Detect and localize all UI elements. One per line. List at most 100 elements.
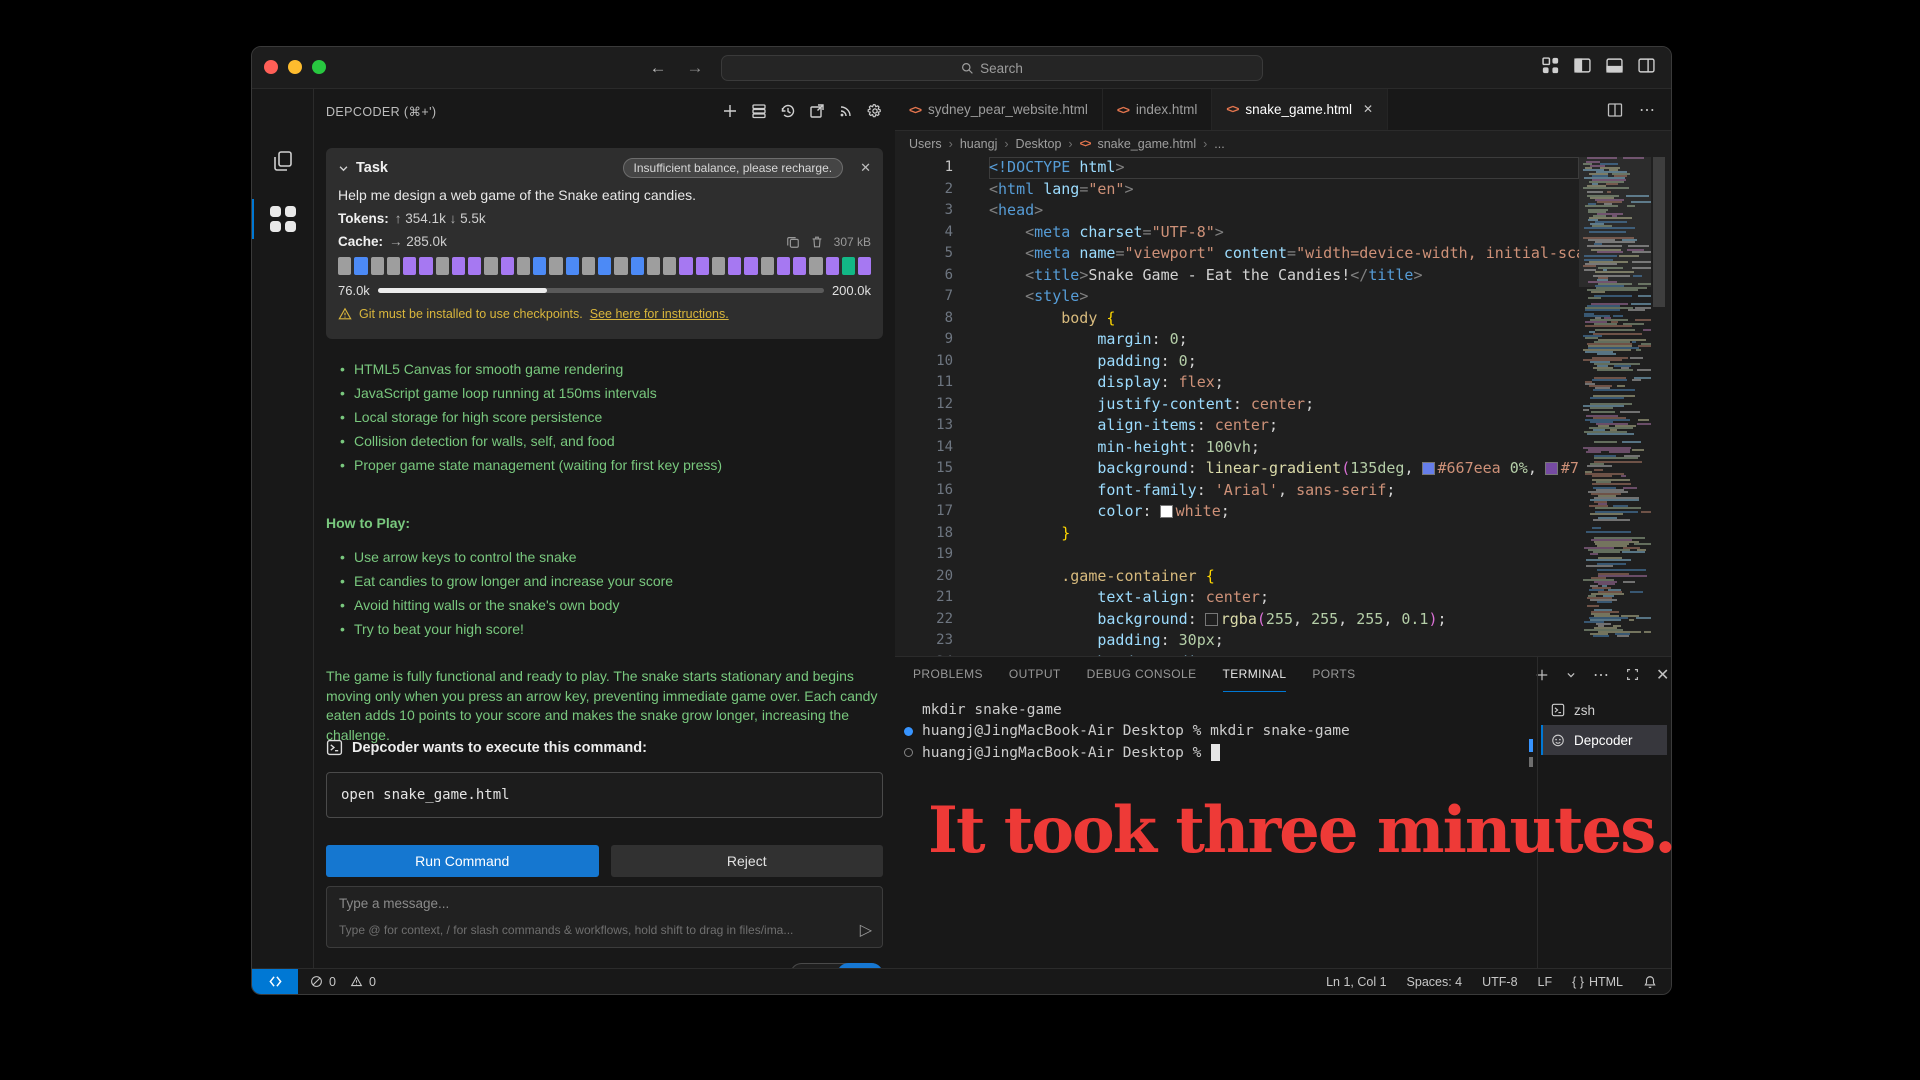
breadcrumb-separator: › xyxy=(1203,137,1208,151)
terminal-line: mkdir snake-game xyxy=(922,701,1062,718)
context-block xyxy=(549,257,563,275)
status-item[interactable]: UTF-8 xyxy=(1482,975,1517,989)
context-block xyxy=(760,257,774,275)
editor-tab-snake_game.html[interactable]: <> snake_game.html ✕ xyxy=(1212,89,1389,130)
toggle-panel-icon[interactable] xyxy=(1606,57,1623,74)
code-line: 21 text-align: center; xyxy=(895,587,1579,609)
titlebar: ← → Search xyxy=(252,47,1671,89)
terminal-output[interactable]: mkdir snake-game huangj@JingMacBook-Air D… xyxy=(901,699,1521,764)
copy-icon[interactable] xyxy=(786,235,800,249)
breadcrumb-item[interactable]: ... xyxy=(1214,137,1224,151)
panel-tab-ports[interactable]: PORTS xyxy=(1312,657,1355,692)
remote-indicator[interactable] xyxy=(252,969,298,994)
editor-tab-index.html[interactable]: <> index.html xyxy=(1102,89,1213,130)
context-block xyxy=(354,257,368,275)
line-number: 14 xyxy=(936,438,953,455)
close-panel-icon[interactable]: ✕ xyxy=(1656,665,1669,685)
terminal-dropdown-icon[interactable] xyxy=(1566,670,1576,680)
forward-arrow-icon[interactable]: → xyxy=(684,58,706,78)
open-in-editor-icon[interactable] xyxy=(809,103,825,119)
context-block xyxy=(500,257,514,275)
tab-close-icon[interactable]: ✕ xyxy=(1363,102,1373,116)
panel-tab-output[interactable]: OUTPUT xyxy=(1009,657,1061,692)
warnings-count[interactable]: 0 xyxy=(369,975,376,989)
task-header: Task xyxy=(356,160,388,176)
close-window-button[interactable] xyxy=(264,60,278,74)
context-block xyxy=(419,257,433,275)
errors-count[interactable]: 0 xyxy=(329,975,336,989)
activity-bar xyxy=(252,89,314,968)
panel-tab-problems[interactable]: PROBLEMS xyxy=(913,657,983,692)
send-icon[interactable]: ▷ xyxy=(860,920,872,940)
toggle-secondary-sidebar-icon[interactable] xyxy=(1638,57,1655,74)
message-input[interactable]: Type a message... Type @ for context, / … xyxy=(326,886,883,948)
maximize-panel-icon[interactable] xyxy=(1626,668,1639,681)
command-box[interactable]: open snake_game.html xyxy=(326,772,883,818)
pages-icon[interactable] xyxy=(252,137,314,185)
trash-icon[interactable] xyxy=(810,235,824,249)
braces-icon: { } xyxy=(1572,974,1584,989)
minimize-window-button[interactable] xyxy=(288,60,302,74)
toggle-sidebar-icon[interactable] xyxy=(1574,57,1591,74)
code-line: 7 <style> xyxy=(895,286,1579,308)
breadcrumb-item[interactable]: huangj xyxy=(960,137,998,151)
editor-more-actions-icon[interactable]: ⋯ xyxy=(1639,100,1655,120)
zoom-window-button[interactable] xyxy=(312,60,326,74)
panel-more-icon[interactable]: ⋯ xyxy=(1593,665,1609,685)
editor-tab-sydney_pear_website.html[interactable]: <> sydney_pear_website.html xyxy=(895,89,1103,130)
minimap[interactable] xyxy=(1579,157,1651,656)
new-task-icon[interactable] xyxy=(722,103,738,119)
panel-tab-debug-console[interactable]: DEBUG CONSOLE xyxy=(1087,657,1197,692)
depcoder-extension-icon[interactable] xyxy=(252,195,314,243)
code-line: 12 justify-content: center; xyxy=(895,394,1579,416)
run-command-button[interactable]: Run Command xyxy=(326,845,599,877)
color-swatch xyxy=(1159,505,1173,518)
breadcrumb-item[interactable]: Desktop xyxy=(1016,137,1062,151)
code-line: 17 color: white; xyxy=(895,501,1579,523)
breadcrumb-item[interactable]: Users xyxy=(909,137,942,151)
history-icon[interactable] xyxy=(780,103,796,119)
git-instructions-link[interactable]: See here for instructions. xyxy=(590,307,729,321)
breadcrumb[interactable]: Users › huangj › Desktop › <> snake_game.html ›.… xyxy=(895,131,1671,157)
color-swatch xyxy=(1204,612,1218,626)
robot-icon xyxy=(1551,733,1565,747)
search-icon xyxy=(962,62,973,74)
terminal-list-item-zsh[interactable]: zsh xyxy=(1541,695,1667,725)
status-item[interactable]: Spaces: 4 xyxy=(1407,975,1463,989)
terminal-list-item-depcoder[interactable]: Depcoder xyxy=(1541,725,1667,755)
list-item: Try to beat your high score! xyxy=(336,617,883,641)
code-line: 16 font-family: 'Arial', sans-serif; xyxy=(895,480,1579,502)
list-item: Avoid hitting walls or the snake's own b… xyxy=(336,593,883,617)
task-close-icon[interactable]: ✕ xyxy=(860,160,871,176)
chevron-down-icon[interactable] xyxy=(338,163,349,174)
mcp-servers-icon[interactable] xyxy=(751,103,767,119)
code-editor[interactable]: 1 <!DOCTYPE html> 2 <html lang="en"> 3 <head>… xyxy=(895,157,1579,656)
language-mode[interactable]: { } HTML xyxy=(1572,975,1623,989)
assistant-summary: The game is fully functional and ready t… xyxy=(326,668,878,743)
split-editor-icon[interactable] xyxy=(1607,102,1623,118)
context-blocks xyxy=(338,257,872,275)
broadcast-icon[interactable] xyxy=(838,103,854,119)
search-label: Search xyxy=(980,60,1023,76)
context-block xyxy=(451,257,465,275)
panel-tab-terminal[interactable]: TERMINAL xyxy=(1222,657,1287,692)
command-center-search[interactable]: Search xyxy=(721,55,1263,81)
tokens-down-value: 5.5k xyxy=(460,211,486,226)
editor-scrollbar[interactable] xyxy=(1651,157,1667,656)
warning-triangle-icon xyxy=(338,307,352,320)
task-card: Task Insufficient balance, please rechar… xyxy=(326,148,883,339)
customize-layout-icon[interactable] xyxy=(1542,57,1559,74)
back-arrow-icon[interactable]: ← xyxy=(647,58,669,78)
terminal-name: zsh xyxy=(1574,702,1596,718)
bell-icon[interactable] xyxy=(1643,975,1657,989)
reject-button[interactable]: Reject xyxy=(610,845,883,877)
code-line: 10 padding: 0; xyxy=(895,351,1579,373)
terminal-icon xyxy=(1551,703,1565,717)
tokens-down-icon: ↓ xyxy=(445,211,461,226)
status-item[interactable]: Ln 1, Col 1 xyxy=(1326,975,1386,989)
settings-gear-icon[interactable] xyxy=(867,103,883,119)
status-item[interactable]: LF xyxy=(1538,975,1553,989)
list-item: HTML5 Canvas for smooth game rendering xyxy=(336,357,883,381)
breadcrumb-item[interactable]: snake_game.html xyxy=(1097,137,1196,151)
tab-label: sydney_pear_website.html xyxy=(928,102,1088,117)
